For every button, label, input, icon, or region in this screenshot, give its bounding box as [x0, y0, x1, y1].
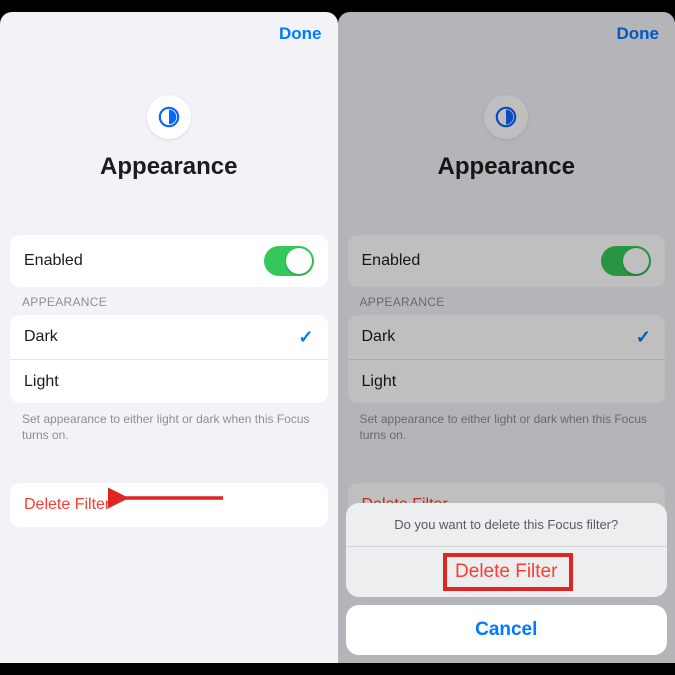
enabled-row: Enabled — [348, 235, 666, 287]
action-sheet-prompt: Do you want to delete this Focus filter? — [346, 503, 668, 547]
appearance-icon — [484, 95, 528, 139]
option-dark[interactable]: Dark ✓ — [10, 315, 328, 359]
enabled-toggle[interactable] — [601, 246, 651, 276]
option-dark-label: Dark — [24, 328, 58, 346]
delete-filter-label: Delete Filter — [24, 496, 110, 514]
action-sheet-delete-button[interactable]: Delete Filter — [346, 547, 668, 597]
settings-sheet-modal: Done Appearance Enabled APPEARANCE Dark … — [338, 12, 675, 663]
option-dark[interactable]: Dark ✓ — [348, 315, 666, 359]
confirm-action-sheet: Do you want to delete this Focus filter?… — [346, 503, 668, 655]
appearance-icon — [147, 95, 191, 139]
option-light-label: Light — [362, 373, 397, 391]
page-title: Appearance — [0, 153, 338, 181]
action-sheet-cancel-button[interactable]: Cancel — [346, 605, 668, 655]
done-button[interactable]: Done — [617, 24, 660, 44]
enabled-toggle[interactable] — [264, 246, 314, 276]
enabled-row: Enabled — [10, 235, 328, 287]
appearance-footer-note: Set appearance to either light or dark w… — [338, 403, 675, 443]
settings-sheet: Done Appearance Enabled APPEARANCE Dark … — [0, 12, 338, 663]
done-button[interactable]: Done — [279, 24, 322, 44]
appearance-options-group: Dark ✓ Light — [348, 315, 666, 403]
delete-filter-button[interactable]: Delete Filter — [10, 483, 328, 527]
page-title: Appearance — [338, 153, 675, 181]
option-light[interactable]: Light — [348, 359, 666, 403]
appearance-footer-note: Set appearance to either light or dark w… — [0, 403, 338, 443]
icon-container — [338, 95, 675, 139]
option-light-label: Light — [24, 373, 59, 391]
appearance-section-header: APPEARANCE — [0, 287, 338, 315]
sheet-header: Done — [338, 12, 675, 50]
enabled-row-group: Enabled — [348, 235, 666, 287]
enabled-row-group: Enabled — [10, 235, 328, 287]
appearance-options-group: Dark ✓ Light — [10, 315, 328, 403]
checkmark-icon: ✓ — [298, 327, 313, 348]
enabled-label: Enabled — [362, 252, 421, 270]
enabled-label: Enabled — [24, 252, 83, 270]
option-dark-label: Dark — [362, 328, 396, 346]
sheet-header: Done — [0, 12, 338, 50]
icon-container — [0, 95, 338, 139]
checkmark-icon: ✓ — [636, 327, 651, 348]
appearance-section-header: APPEARANCE — [338, 287, 675, 315]
delete-row-group: Delete Filter — [10, 483, 328, 527]
option-light[interactable]: Light — [10, 359, 328, 403]
